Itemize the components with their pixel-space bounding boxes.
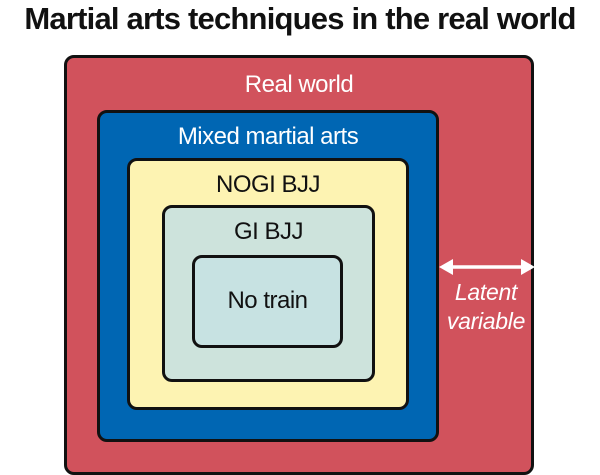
mixed-martial-arts-label: Mixed martial arts bbox=[177, 123, 359, 150]
real-world-label: Real world bbox=[244, 71, 354, 98]
gi-bjj-label: GI BJJ bbox=[233, 218, 304, 245]
no-train-label: No train bbox=[227, 287, 308, 314]
latent-variable-label: Latent variable bbox=[438, 278, 534, 336]
no-train-box: No train bbox=[192, 255, 343, 348]
arrow-head-right bbox=[521, 259, 535, 275]
latent-line-1: Latent bbox=[454, 279, 518, 305]
diagram-title: Martial arts techniques in the real worl… bbox=[24, 1, 576, 36]
double-headed-arrow-icon bbox=[439, 259, 535, 275]
nogi-bjj-label: NOGI BJJ bbox=[215, 171, 321, 198]
latent-line-2: variable bbox=[446, 308, 526, 334]
arrow-head-left bbox=[439, 259, 453, 275]
